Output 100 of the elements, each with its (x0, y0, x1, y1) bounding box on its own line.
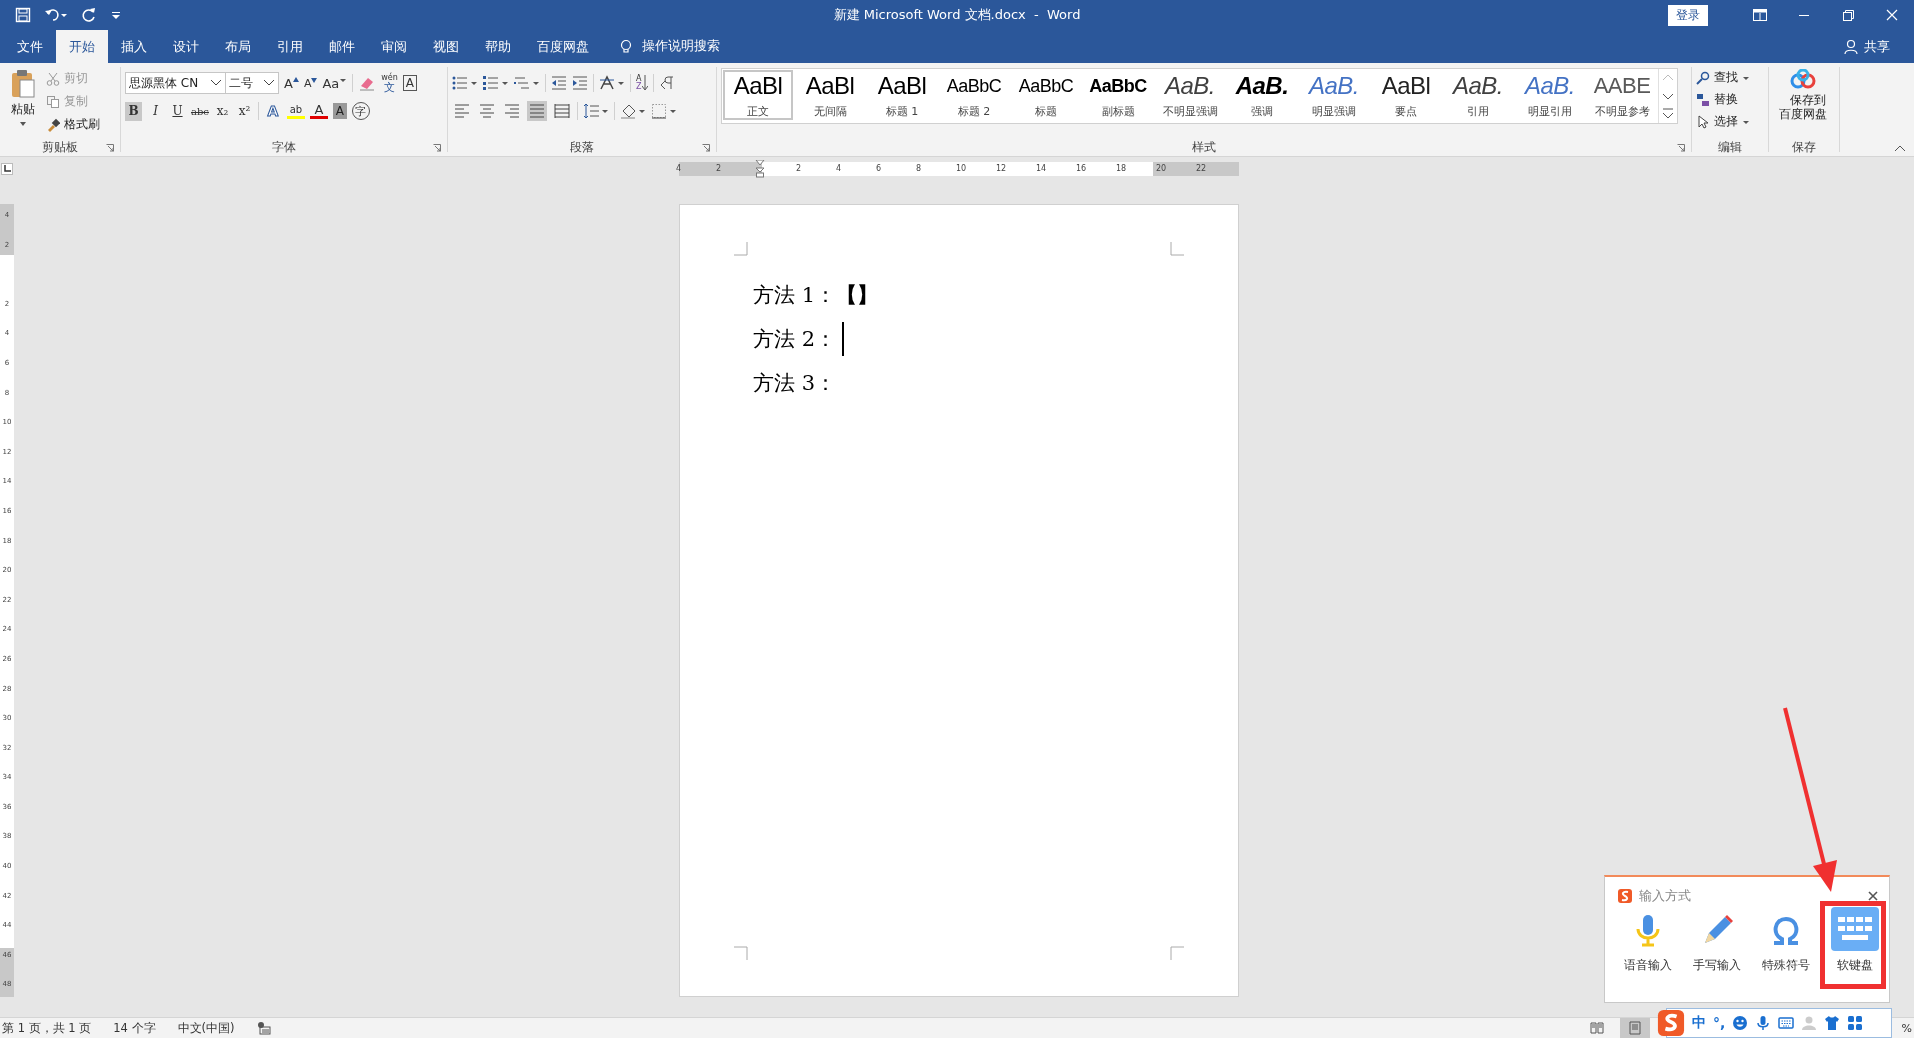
ruler-number: 12 (996, 164, 1007, 173)
ribbon-tab[interactable]: 视图 (420, 30, 472, 63)
format-button[interactable]: B (125, 101, 142, 121)
style-item[interactable]: AaBbC 标题 (1010, 69, 1082, 121)
multilevel-list-icon[interactable] (514, 75, 540, 91)
ribbon-tab[interactable]: 百度网盘 (524, 30, 602, 63)
microphone-icon[interactable] (1755, 1015, 1772, 1031)
ribbon-display-icon[interactable] (1752, 7, 1768, 23)
more-styles-icon[interactable] (1660, 107, 1676, 121)
ribbon-tab[interactable]: 文件 (4, 30, 56, 63)
dialog-launcher-icon[interactable] (702, 144, 710, 152)
tab-selector[interactable] (1, 162, 13, 175)
phonetic-guide-button[interactable]: wén 文 (381, 73, 398, 93)
style-item[interactable]: AaB. 明显引用 (1514, 69, 1586, 121)
grow-font-button[interactable]: A (284, 75, 299, 91)
ribbon-tab[interactable]: 设计 (160, 30, 212, 63)
style-item[interactable]: AaBl 要点 (1370, 69, 1442, 121)
undo-icon[interactable] (45, 7, 67, 23)
ribbon-tab[interactable]: 开始 (56, 30, 108, 63)
lightbulb-icon[interactable] (618, 38, 634, 55)
font-size-dropdown[interactable]: 二号 (225, 72, 279, 94)
increase-indent-icon[interactable] (572, 75, 588, 91)
borders-icon[interactable] (651, 103, 677, 119)
format-button[interactable]: x₂ (213, 101, 231, 121)
style-item[interactable]: AaBbC 副标题 (1082, 69, 1154, 121)
macro-record-icon[interactable] (256, 1021, 271, 1035)
input-option[interactable]: 语音输入 (1613, 911, 1682, 974)
dialog-launcher-icon[interactable] (433, 144, 441, 152)
login-button[interactable]: 登录 (1668, 4, 1708, 26)
ribbon-tab[interactable]: 插入 (108, 30, 160, 63)
input-option[interactable]: 手写输入 (1682, 911, 1751, 974)
ribbon-tab[interactable]: 审阅 (368, 30, 420, 63)
input-mode-indicator[interactable]: 中 (1692, 1014, 1706, 1032)
ribbon-tab[interactable]: 帮助 (472, 30, 524, 63)
indent-marker-icon[interactable] (755, 159, 765, 178)
ruler-number: 4 (836, 164, 842, 173)
paste-button[interactable]: 粘贴 (4, 67, 42, 139)
style-item[interactable]: AaBl 正文 (722, 69, 794, 121)
brush-icon (46, 117, 60, 132)
format-button[interactable]: U (169, 101, 186, 121)
align-button[interactable] (552, 101, 572, 121)
style-item[interactable]: AaBl 标题 1 (866, 69, 938, 121)
style-item[interactable]: AaB. 强调 (1226, 69, 1298, 121)
replace-button[interactable]: 替换 (1696, 90, 1764, 109)
chinese-layout-icon[interactable] (599, 75, 625, 91)
share-button[interactable]: 共享 (1844, 30, 1914, 63)
shading-icon[interactable] (620, 103, 646, 119)
arrow-down-icon (642, 75, 649, 91)
dialog-launcher-icon[interactable] (106, 144, 114, 152)
numbering-icon[interactable] (483, 75, 509, 91)
decrease-indent-icon[interactable] (551, 75, 567, 91)
character-shading-button[interactable]: A (332, 103, 347, 119)
language-indicator[interactable]: 中文(中国) (177, 1020, 235, 1036)
punctuation-indicator[interactable]: °, (1713, 1015, 1726, 1031)
toolbox-icon[interactable] (1847, 1015, 1864, 1031)
save-to-cloud-button[interactable]: 保存到百度网盘 (1773, 63, 1833, 139)
find-button[interactable]: 查找 (1696, 68, 1764, 87)
zoom-percent[interactable]: % (1901, 1021, 1912, 1035)
tell-me-search[interactable]: 操作说明搜索 (642, 38, 720, 55)
collapse-ribbon-icon[interactable] (1894, 144, 1906, 152)
change-case-button[interactable]: Aa (322, 75, 348, 91)
select-button[interactable]: 选择 (1696, 112, 1764, 131)
ribbon-tab[interactable]: 邮件 (316, 30, 368, 63)
format-painter-button[interactable]: 格式刷 (46, 115, 100, 134)
style-item[interactable]: AaBl 无间隔 (794, 69, 866, 121)
restore-icon[interactable] (1840, 7, 1856, 23)
customize-caret-icon[interactable] (111, 10, 121, 20)
format-button[interactable]: x² (235, 101, 253, 121)
close-icon[interactable] (1884, 7, 1900, 23)
shrink-font-button[interactable]: A (303, 76, 318, 90)
keyboard-icon[interactable] (1778, 1015, 1795, 1031)
word-count[interactable]: 14 个字 (113, 1020, 156, 1036)
style-item[interactable]: AaB. 引用 (1442, 69, 1514, 121)
ribbon-tab[interactable]: 引用 (264, 30, 316, 63)
character-border-button[interactable]: A (402, 75, 418, 91)
shirt-icon[interactable] (1824, 1015, 1841, 1031)
format-button[interactable]: abc (191, 101, 209, 121)
input-option[interactable]: 特殊符号 (1751, 911, 1820, 974)
ribbon-tab[interactable]: 布局 (212, 30, 264, 63)
style-item[interactable]: AABE 不明显参考 (1586, 69, 1658, 121)
style-item[interactable]: AaBbC 标题 2 (938, 69, 1010, 121)
page-count[interactable]: 第 1 页，共 1 页 (2, 1020, 92, 1036)
line-spacing-icon[interactable] (583, 103, 609, 119)
sort-button[interactable]: A Z (636, 75, 649, 91)
bullets-icon[interactable] (452, 75, 478, 91)
font-name-dropdown[interactable]: 思源黑体 CN (125, 72, 226, 94)
paragraph-mark-icon[interactable] (659, 75, 676, 91)
dialog-launcher-icon[interactable] (1677, 144, 1685, 152)
format-button[interactable]: I (147, 101, 164, 121)
highlight-button[interactable]: ab (286, 103, 305, 119)
print-layout-button[interactable] (1619, 1018, 1650, 1038)
redo-icon[interactable] (81, 7, 97, 23)
save-icon[interactable] (15, 7, 31, 23)
style-item[interactable]: AaB. 不明显强调 (1154, 69, 1226, 121)
chevron-down-icon (210, 79, 222, 87)
font-color-button[interactable]: A (309, 103, 328, 119)
sogou-logo-icon[interactable] (1657, 1009, 1685, 1037)
close-icon[interactable] (1867, 890, 1879, 902)
smiley-icon[interactable] (1732, 1015, 1749, 1031)
style-item[interactable]: AaB. 明显强调 (1298, 69, 1370, 121)
